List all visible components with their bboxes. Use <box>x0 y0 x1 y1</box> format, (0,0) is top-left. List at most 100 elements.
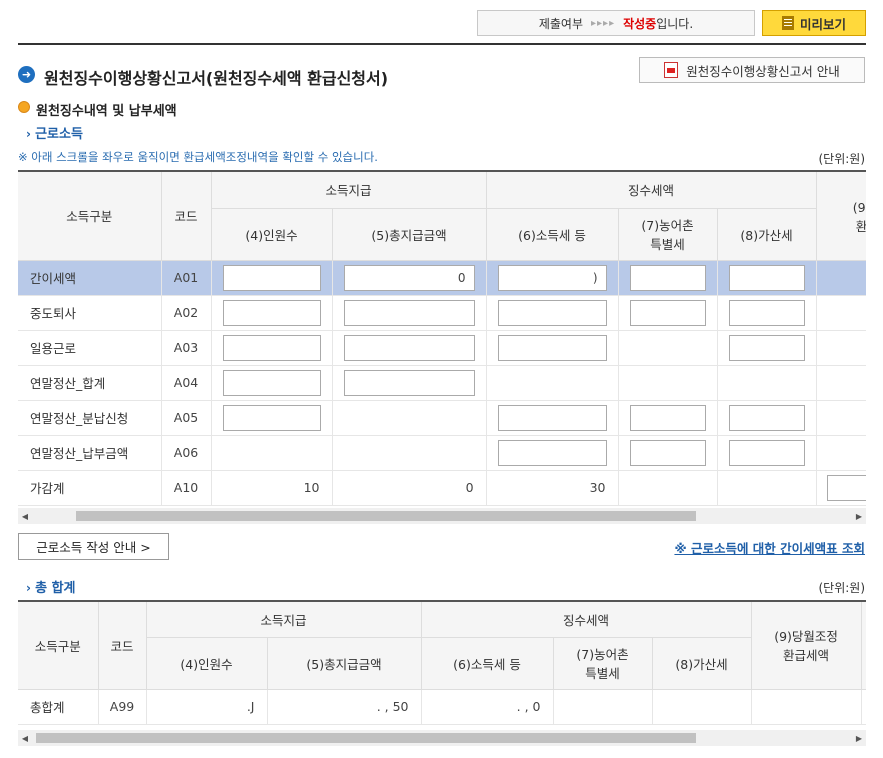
row-label: 연말정산_분납신청 <box>18 400 162 436</box>
total-payment-input[interactable] <box>343 369 475 396</box>
rural-tax-input[interactable] <box>629 299 706 326</box>
scroll-track[interactable] <box>32 510 852 522</box>
table-row: 가감계 A10 10 0 30 <box>18 470 866 506</box>
cell-col7 <box>553 689 653 725</box>
income-tax-input[interactable] <box>497 404 607 431</box>
subsection-heading: › 근로소득 <box>26 123 83 142</box>
headcount-input[interactable] <box>222 334 321 361</box>
cell-col6 <box>486 295 619 331</box>
header-col6: (6)소득세 등 <box>421 637 554 690</box>
headcount-input[interactable] <box>222 369 321 396</box>
scroll-right-icon[interactable]: ▶ <box>852 512 866 521</box>
chevron-right-icon: › <box>26 127 31 141</box>
penalty-tax-input[interactable] <box>728 299 805 326</box>
cell-col6: . , 0 <box>421 689 554 725</box>
cell-col5: 0 <box>332 470 487 506</box>
scroll-right-icon[interactable]: ▶ <box>852 734 866 743</box>
income-tax-input[interactable] <box>497 299 607 326</box>
section-title: 원천징수내역 및 납부세액 <box>36 104 177 119</box>
cell-col8 <box>717 400 817 436</box>
header-col5: (5)총지급금액 <box>267 637 422 690</box>
guide-button[interactable]: 원천징수이행상황신고서 안내 <box>639 57 865 83</box>
preview-button[interactable]: 미리보기 <box>762 10 866 36</box>
cell-col6: ) <box>486 260 619 296</box>
header-col6: (6)소득세 등 <box>486 208 619 261</box>
header-col7: (7)농어촌특별세 <box>553 637 653 690</box>
scroll-track[interactable] <box>32 732 852 744</box>
chevron-right-icon: › <box>26 581 31 595</box>
cell-col5: 0 <box>332 260 487 296</box>
header-col9-line2: 환급세액 <box>783 648 830 664</box>
row-code: A04 <box>161 365 212 401</box>
preview-label: 미리보기 <box>799 16 846 32</box>
income-tax-input[interactable] <box>497 334 607 361</box>
cell-col5 <box>332 330 487 366</box>
total-payment-input[interactable] <box>343 299 475 326</box>
arrow-circle-icon: ➜ <box>18 66 35 83</box>
pdf-icon <box>664 62 679 78</box>
cell-col4: 10 <box>211 470 333 506</box>
table-row: 일용근로 A03 <box>18 330 866 366</box>
row-code: A05 <box>161 400 212 436</box>
penalty-tax-input[interactable] <box>728 264 805 291</box>
rural-tax-input[interactable] <box>629 264 706 291</box>
cell-col6 <box>486 400 619 436</box>
table-row: 총합계 A99 .J . , 50 . , 0 <box>18 689 866 725</box>
cell-col7 <box>618 330 718 366</box>
cell-col7 <box>618 365 718 401</box>
cell-col8 <box>717 260 817 296</box>
header-col10 <box>861 602 866 690</box>
total-title: 총 합계 <box>35 581 76 596</box>
header-col9: (9)당환급 <box>816 172 866 261</box>
headcount-input[interactable] <box>222 264 321 291</box>
total-horizontal-scrollbar[interactable]: ◀ ▶ <box>18 730 866 746</box>
scroll-left-icon[interactable]: ◀ <box>18 734 32 743</box>
work-guide-button[interactable]: 근로소득 작성 안내 > <box>18 533 169 560</box>
scroll-thumb[interactable] <box>36 733 696 743</box>
rural-tax-input[interactable] <box>629 404 706 431</box>
penalty-tax-input[interactable] <box>728 334 805 361</box>
scroll-left-icon[interactable]: ◀ <box>18 512 32 521</box>
header-col9-line2: 환급 <box>818 216 866 235</box>
total-payment-input[interactable] <box>343 334 475 361</box>
total-table: 소득구분 코드 소득지급 징수세액 (9)당월조정 환급세액 (4)인원수 (5)… <box>18 602 866 725</box>
cell-col7 <box>618 295 718 331</box>
table-horizontal-scrollbar[interactable]: ◀ ▶ <box>18 508 866 524</box>
income-tax-input[interactable] <box>497 439 607 466</box>
cell-col8 <box>717 470 817 506</box>
document-icon <box>781 16 794 30</box>
cell-col8 <box>717 365 817 401</box>
headcount-input[interactable] <box>222 299 321 326</box>
cell-col5 <box>332 365 487 401</box>
penalty-tax-input[interactable] <box>728 439 805 466</box>
header-code: 코드 <box>161 172 212 261</box>
section-bullet-icon <box>18 101 30 113</box>
table-row: 연말정산_납부금액 A06 <box>18 435 866 471</box>
cell-col9 <box>751 689 862 725</box>
tax-table-link[interactable]: ※ 근로소득에 대한 간이세액표 조회 <box>674 538 865 557</box>
status-value-wrap: 작성중입니다. <box>623 15 693 32</box>
cell-col9 <box>816 365 866 401</box>
income-tax-input[interactable]: ) <box>497 264 607 291</box>
refund-input[interactable] <box>826 474 866 501</box>
scroll-thumb[interactable] <box>76 511 696 521</box>
cell-col9 <box>816 330 866 366</box>
total-payment-input[interactable]: 0 <box>343 264 475 291</box>
cell-col9 <box>816 260 866 296</box>
cell-col8 <box>717 330 817 366</box>
row-code: A99 <box>98 689 147 725</box>
cell-col6 <box>486 435 619 471</box>
cell-col6 <box>486 365 619 401</box>
cell-col4 <box>211 330 333 366</box>
cell-col7 <box>618 400 718 436</box>
rural-tax-input[interactable] <box>629 439 706 466</box>
withholding-table: 소득구분 코드 소득지급 징수세액 (9)당환급 (4)인원수 (5)총지급금액… <box>18 172 866 506</box>
headcount-input[interactable] <box>222 404 321 431</box>
header-col5: (5)총지급금액 <box>332 208 487 261</box>
row-label: 총합계 <box>18 689 99 725</box>
cell-col9 <box>816 400 866 436</box>
cell-col10 <box>861 689 866 725</box>
header-col7-line2: 특별세 <box>585 666 620 681</box>
penalty-tax-input[interactable] <box>728 404 805 431</box>
header-col7-line1: (7)농어촌 <box>576 647 629 662</box>
